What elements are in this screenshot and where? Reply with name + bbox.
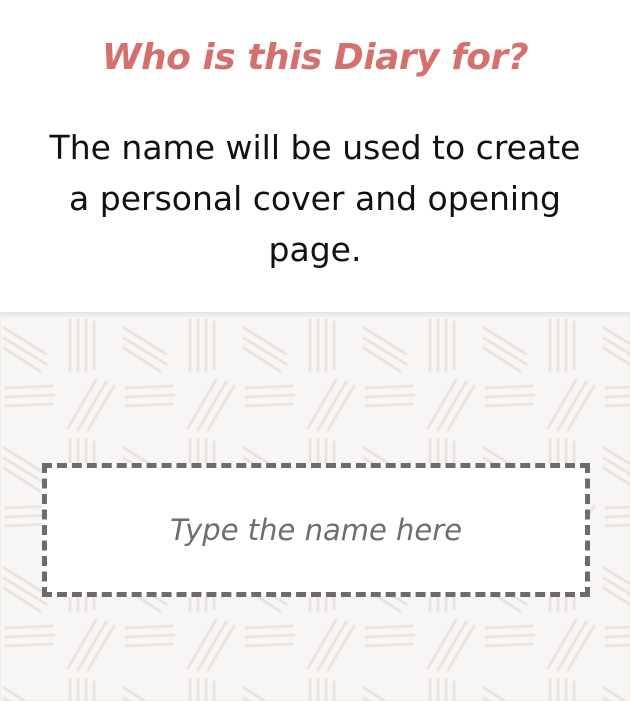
page-title: Who is this Diary for? xyxy=(101,37,529,78)
name-input-box[interactable] xyxy=(42,463,590,597)
header-section: Who is this Diary for? The name will be … xyxy=(0,0,630,312)
diary-name-page: Who is this Diary for? The name will be … xyxy=(0,0,630,701)
name-input[interactable] xyxy=(66,513,566,547)
page-description: The name will be used to create a person… xyxy=(49,128,581,269)
